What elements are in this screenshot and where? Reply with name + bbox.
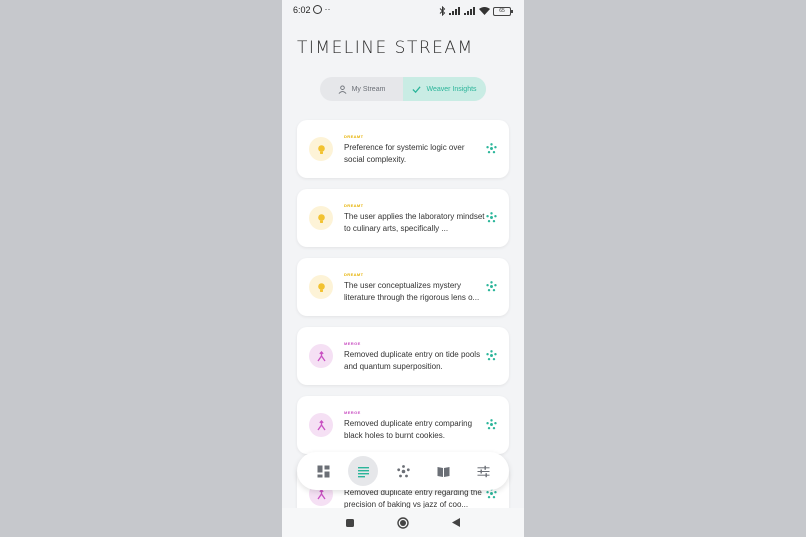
lightbulb-icon: [309, 137, 333, 161]
tab-weaver-insights-label: Weaver Insights: [426, 85, 477, 93]
tab-my-stream-label: My Stream: [351, 85, 386, 93]
stream-icon: [357, 466, 369, 477]
card-text: The user applies the laboratory mindset …: [344, 212, 485, 233]
status-bar: 6:02 ·· 65: [282, 0, 524, 22]
page-title: TIMELINE STREAM: [297, 38, 474, 58]
merge-icon: [309, 413, 333, 437]
card-text: The user conceptualizes mystery literatu…: [344, 281, 480, 302]
card-text: Preference for systemic logic over socia…: [344, 143, 465, 164]
weave-icon[interactable]: [486, 281, 497, 292]
card-text: Removed duplicate entry regarding the pr…: [344, 488, 482, 509]
insight-card[interactable]: DREAMT Preference for systemic logic ove…: [297, 120, 509, 178]
signal-icon-2: [464, 7, 475, 15]
weave-icon[interactable]: [486, 350, 497, 361]
card-type: MERGE: [344, 341, 361, 346]
nav-library[interactable]: [428, 456, 458, 486]
dashboard-icon: [317, 465, 329, 477]
status-extra: ··: [324, 4, 331, 14]
do-not-disturb-icon: [313, 5, 322, 15]
nav-graph[interactable]: [388, 456, 418, 486]
merge-icon: [309, 344, 333, 368]
nav-stream[interactable]: [348, 456, 378, 486]
status-right-icons: 65: [439, 5, 513, 17]
library-icon: [437, 466, 449, 477]
wifi-icon: [479, 7, 490, 15]
card-type: DREAMT: [344, 203, 364, 208]
insight-card[interactable]: DREAMT The user conceptualizes mystery l…: [297, 258, 509, 316]
signal-icon-1: [449, 7, 460, 15]
card-type: DREAMT: [344, 272, 364, 277]
recents-icon[interactable]: [345, 518, 355, 528]
card-text: Removed duplicate entry comparing black …: [344, 419, 473, 440]
settings-icon: [477, 465, 489, 477]
nav-dashboard[interactable]: [308, 456, 338, 486]
home-icon[interactable]: [397, 516, 409, 529]
card-text: Removed duplicate entry on tide pools an…: [344, 350, 481, 371]
insight-card[interactable]: MERGE Removed duplicate entry on tide po…: [297, 327, 509, 385]
lightbulb-icon: [309, 206, 333, 230]
back-icon[interactable]: [451, 517, 461, 528]
phone-screen: 6:02 ·· 65 TIMELINE STREAM My Stream Wea…: [282, 0, 524, 537]
status-notification-icons: ··: [313, 4, 331, 15]
status-time: 6:02: [293, 5, 311, 15]
weave-icon[interactable]: [486, 419, 497, 430]
bottom-nav: [297, 452, 509, 490]
person-icon: [338, 84, 347, 94]
tab-my-stream[interactable]: My Stream: [320, 77, 403, 101]
graph-icon: [396, 464, 410, 477]
nav-settings[interactable]: [468, 456, 498, 486]
bluetooth-icon: [439, 6, 446, 16]
tab-weaver-insights[interactable]: Weaver Insights: [403, 77, 486, 101]
card-type: MERGE: [344, 410, 361, 415]
system-nav-bar: [282, 508, 524, 537]
card-type: DREAMT: [344, 134, 364, 139]
insight-card[interactable]: DREAMT The user applies the laboratory m…: [297, 189, 509, 247]
stream-tabs: My Stream Weaver Insights: [320, 77, 486, 101]
battery-icon: 65: [493, 6, 513, 16]
check-icon: [412, 85, 422, 93]
weave-icon[interactable]: [486, 212, 497, 223]
lightbulb-icon: [309, 275, 333, 299]
insight-card[interactable]: MERGE Removed duplicate entry comparing …: [297, 396, 509, 454]
weave-icon[interactable]: [486, 143, 497, 154]
